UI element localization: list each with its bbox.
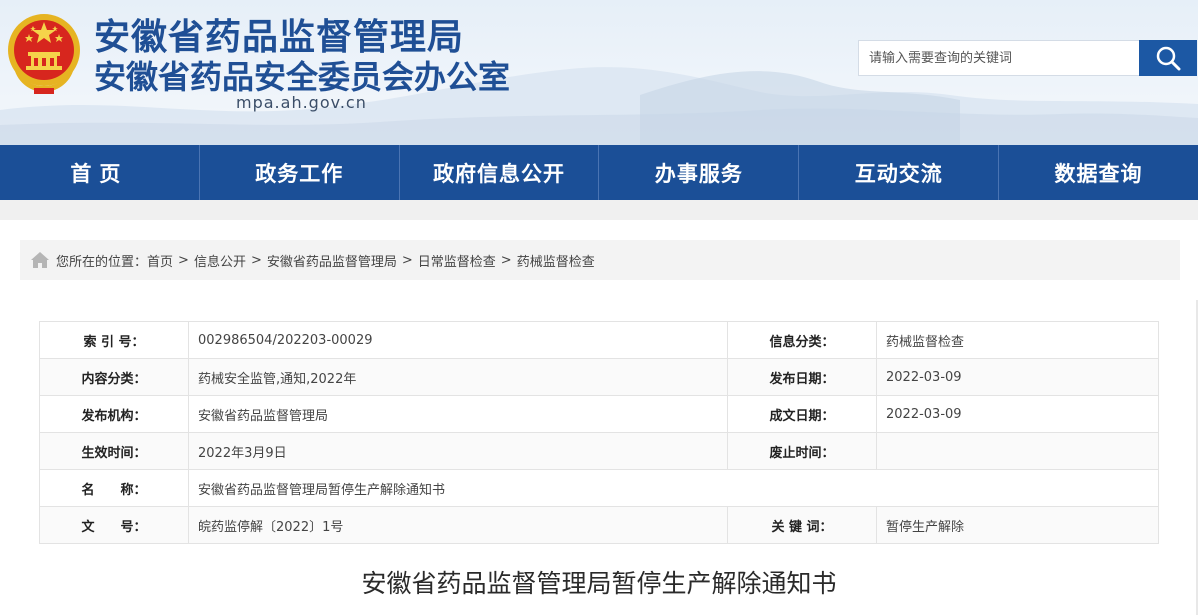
table-row: 发布机构： 安徽省药品监督管理局 成文日期： 2022-03-09 <box>39 395 1159 433</box>
site-domain: mpa.ah.gov.cn <box>236 93 367 112</box>
breadcrumb-separator: > <box>500 252 512 268</box>
doc-no-label: 文 号： <box>39 506 189 544</box>
national-emblem-icon <box>8 14 80 94</box>
effective-label: 生效时间： <box>39 432 189 470</box>
search-icon <box>1156 46 1181 71</box>
issuer-value: 安徽省药品监督管理局 <box>188 395 728 433</box>
search-button[interactable] <box>1139 40 1197 76</box>
nav-item-services[interactable]: 办事服务 <box>599 145 800 200</box>
breadcrumb-item-info-public[interactable]: 信息公开 <box>194 251 246 270</box>
table-row: 生效时间： 2022年3月9日 废止时间： <box>39 432 1159 470</box>
breadcrumb-item-device-inspection[interactable]: 药械监督检查 <box>517 251 595 270</box>
breadcrumb-prefix: 您所在的位置： <box>56 254 148 270</box>
main-nav: 首页 政务工作 政府信息公开 办事服务 互动交流 数据查询 <box>0 145 1198 200</box>
nav-item-home[interactable]: 首页 <box>0 145 200 200</box>
nav-item-info-disclosure[interactable]: 政府信息公开 <box>400 145 600 200</box>
breadcrumb-separator: > <box>401 252 413 268</box>
search-input[interactable] <box>859 41 1139 75</box>
publish-date-label: 发布日期： <box>727 358 877 396</box>
written-date-label: 成文日期： <box>727 395 877 433</box>
keywords-label: 关 键 词： <box>727 506 877 544</box>
index-no-label: 索 引 号： <box>39 321 189 359</box>
nav-item-government-work[interactable]: 政务工作 <box>200 145 400 200</box>
info-category-label: 信息分类： <box>727 321 877 359</box>
doc-no-value: 皖药监停解〔2022〕1号 <box>188 506 728 544</box>
index-no-value: 002986504/202203-00029 <box>188 321 728 359</box>
content-category-value: 药械安全监管,通知,2022年 <box>188 358 728 396</box>
repeal-value <box>876 432 1159 470</box>
issuer-label: 发布机构： <box>39 395 189 433</box>
info-category-value: 药械监督检查 <box>876 321 1159 359</box>
table-row: 内容分类： 药械安全监管,通知,2022年 发布日期： 2022-03-09 <box>39 358 1159 396</box>
content-category-label: 内容分类： <box>39 358 189 396</box>
breadcrumb-separator: > <box>178 252 189 268</box>
table-row: 索 引 号： 002986504/202203-00029 信息分类： 药械监督… <box>39 321 1159 359</box>
search-box <box>858 40 1140 76</box>
repeal-label: 废止时间： <box>727 432 877 470</box>
site-title-sub: 安徽省药品安全委员会办公室 <box>94 58 511 96</box>
breadcrumb-item-home[interactable]: 首页 <box>147 251 173 270</box>
site-header: 安徽省药品监督管理局 安徽省药品安全委员会办公室 mpa.ah.gov.cn <box>0 0 1198 145</box>
name-value: 安徽省药品监督管理局暂停生产解除通知书 <box>188 469 1159 507</box>
written-date-value: 2022-03-09 <box>876 395 1159 433</box>
keywords-value: 暂停生产解除 <box>876 506 1159 544</box>
nav-item-interaction[interactable]: 互动交流 <box>799 145 1000 200</box>
nav-divider-band <box>0 200 1198 220</box>
table-row: 名 称： 安徽省药品监督管理局暂停生产解除通知书 <box>39 469 1159 507</box>
breadcrumb-item-bureau[interactable]: 安徽省药品监督管理局 <box>267 251 397 270</box>
breadcrumb-separator: > <box>250 252 262 268</box>
nav-item-data-query[interactable]: 数据查询 <box>999 145 1198 200</box>
document-info-table: 索 引 号： 002986504/202203-00029 信息分类： 药械监督… <box>39 321 1159 544</box>
effective-value: 2022年3月9日 <box>188 432 728 470</box>
document-title: 安徽省药品监督管理局暂停生产解除通知书 <box>361 569 837 598</box>
publish-date-value: 2022-03-09 <box>876 358 1159 396</box>
home-icon <box>30 251 50 269</box>
table-row: 文 号： 皖药监停解〔2022〕1号 关 键 词： 暂停生产解除 <box>39 506 1159 544</box>
breadcrumb: 您所在的位置： 首页 > 信息公开 > 安徽省药品监督管理局 > 日常监督检查 … <box>20 240 1180 280</box>
name-label: 名 称： <box>39 469 189 507</box>
breadcrumb-item-daily-inspection[interactable]: 日常监督检查 <box>418 251 496 270</box>
